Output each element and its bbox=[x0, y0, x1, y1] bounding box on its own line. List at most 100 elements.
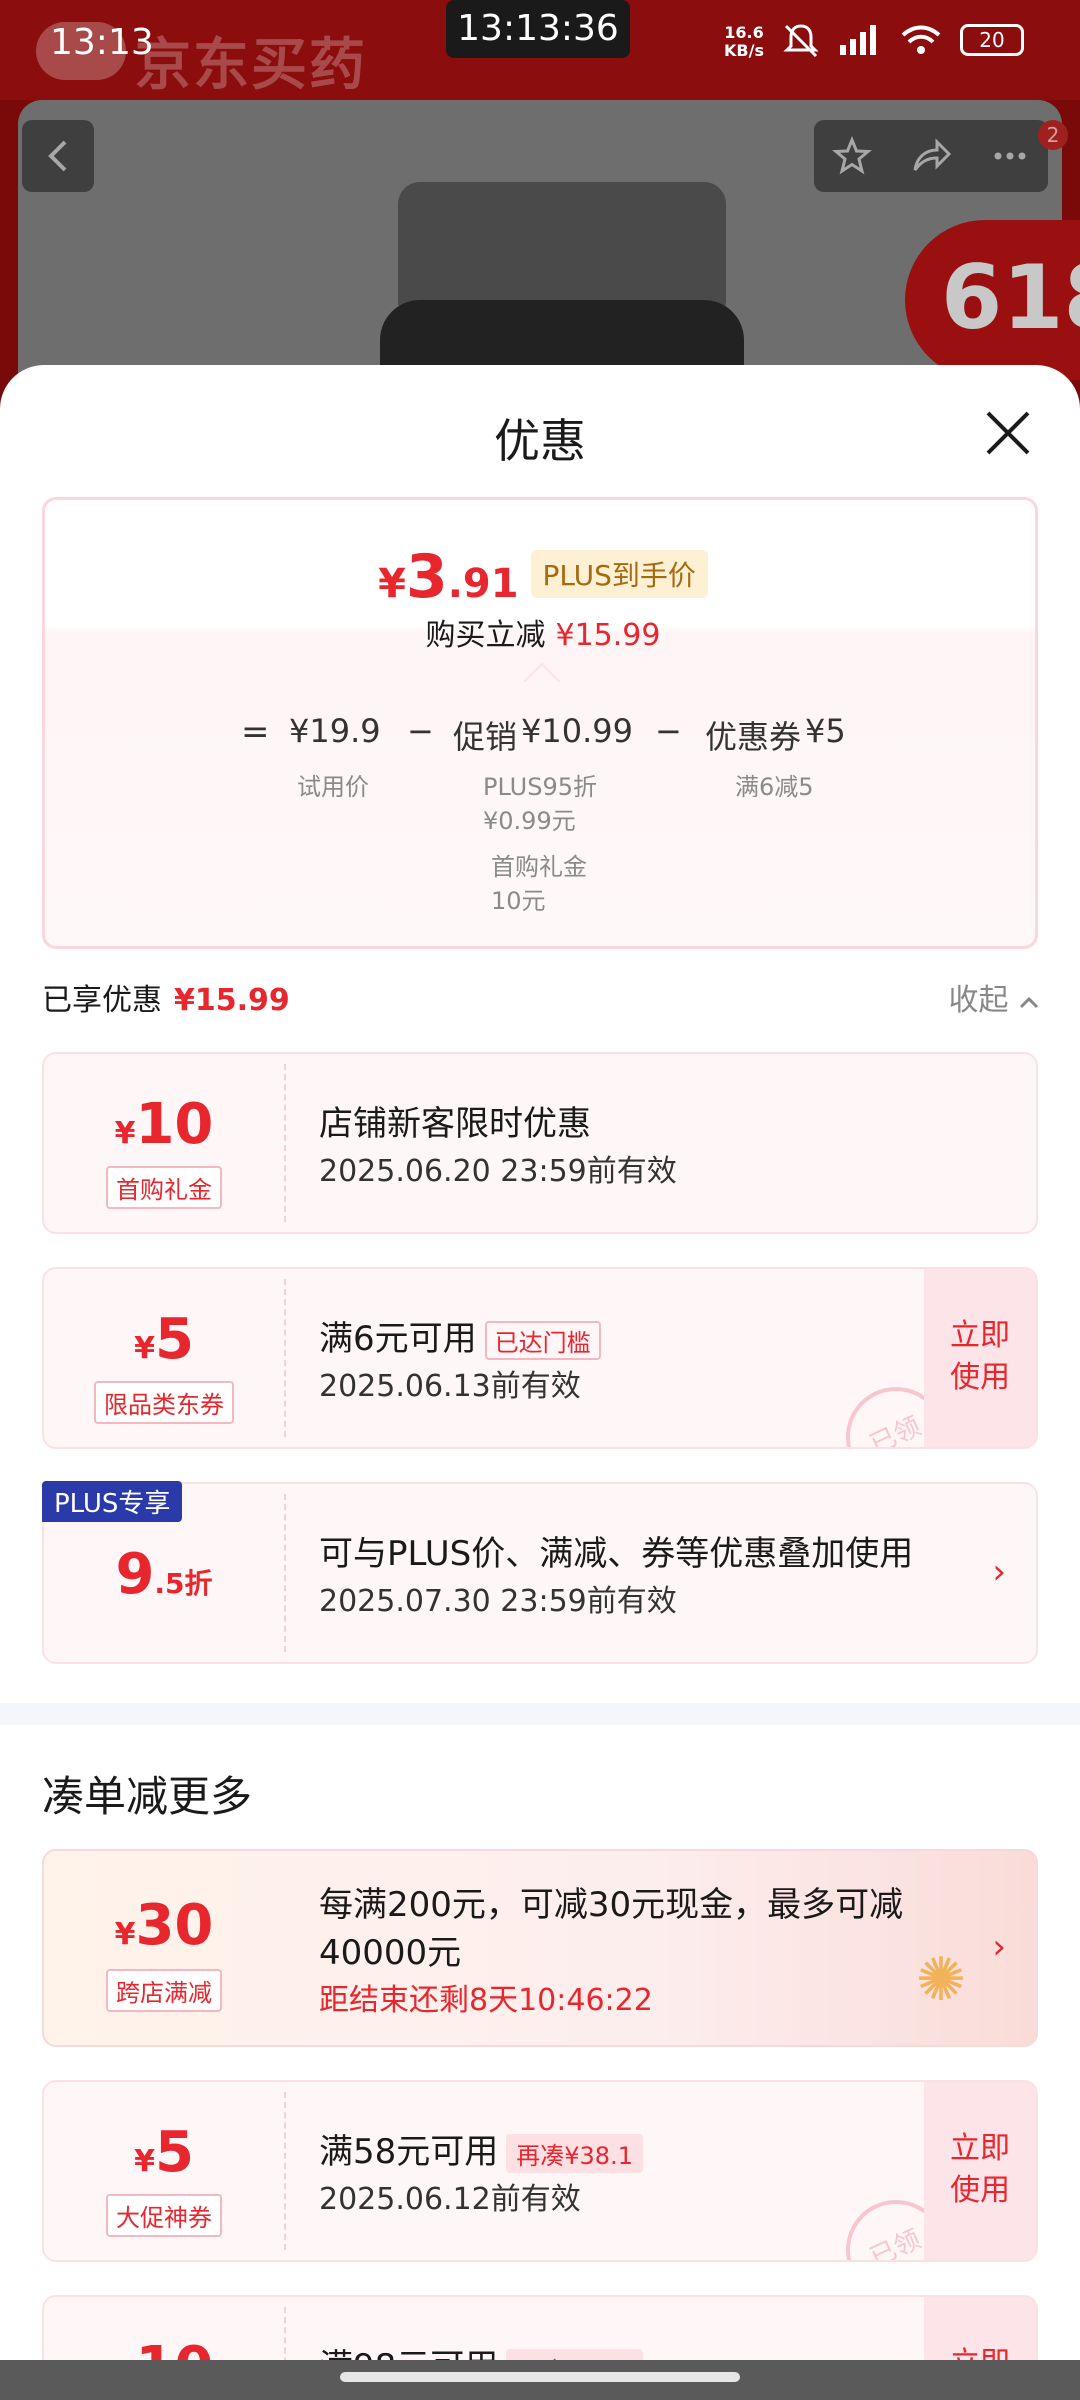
coupon-validity: 2025.06.12前有效 bbox=[319, 2182, 581, 2217]
coupon-status-tag: 再凑¥38.1 bbox=[506, 2134, 643, 2173]
summary-pointer bbox=[523, 662, 561, 700]
use-now-button[interactable]: 立即 使用 bbox=[924, 1269, 1036, 1447]
signal-icon bbox=[840, 25, 876, 55]
promo-title-line-2: 40000元 bbox=[319, 1933, 462, 1973]
price-summary-card: ¥3.91 PLUS到手价 购买立减 ¥15.99 = ¥19.9 试用价 − 促… bbox=[42, 497, 1038, 949]
use-now-button[interactable]: 立即 使用 bbox=[924, 2082, 1036, 2260]
coupon-title-text: 满6元可用 bbox=[319, 1319, 477, 1359]
chevron-left-icon bbox=[48, 140, 67, 172]
wifi-icon bbox=[901, 25, 941, 54]
formula-base-label: 试用价 bbox=[297, 773, 369, 801]
formula-promo-amount: ¥10.99 bbox=[521, 712, 633, 750]
plus-price-tag: PLUS到手价 bbox=[530, 550, 708, 598]
formula-base-price: ¥19.9 bbox=[289, 712, 381, 750]
coupon-value: 9 bbox=[115, 1542, 155, 1607]
coupon-value: 5 bbox=[154, 2120, 194, 2185]
coupon-validity: 2025.07.30 23:59前有效 bbox=[319, 1584, 677, 1619]
gesture-bar bbox=[0, 2360, 1080, 2400]
final-price: ¥3.91 bbox=[378, 542, 518, 612]
coupon-value: 30 bbox=[135, 1893, 214, 1958]
coupon-title: 满58元可用 再凑¥38.1 bbox=[319, 2124, 643, 2173]
formula-promo-detail-4: 10元 bbox=[491, 887, 546, 915]
coupon-amount-area: ¥10 首购礼金 bbox=[44, 1054, 284, 1232]
coupon-divider bbox=[284, 1494, 286, 1652]
more-discounts-title: 凑单减更多 bbox=[42, 1772, 253, 1821]
share-icon[interactable] bbox=[909, 136, 953, 176]
coupon-new-customer[interactable]: ¥10 首购礼金 店铺新客限时优惠 2025.06.20 23:59前有效 bbox=[42, 1052, 1038, 1234]
network-speed-value: 16.6 bbox=[724, 23, 764, 42]
coupon-amount-area: ¥5 大促神券 bbox=[44, 2082, 284, 2260]
coupon-validity: 2025.06.20 23:59前有效 bbox=[319, 1154, 677, 1189]
coupon-amount: ¥5 bbox=[44, 1307, 284, 1372]
promo-coupon[interactable]: ¥5 大促神券 满58元可用 再凑¥38.1 2025.06.12前有效 已领 立… bbox=[42, 2080, 1038, 2262]
back-button[interactable] bbox=[22, 120, 94, 192]
formula-promo-detail-3: 首购礼金 bbox=[491, 853, 587, 881]
chevron-up-icon bbox=[1019, 996, 1039, 1009]
instant-reduction: 购买立减 ¥15.99 bbox=[45, 610, 1041, 654]
enjoyed-label: 已享优惠 bbox=[42, 983, 162, 1018]
close-icon[interactable] bbox=[978, 403, 1038, 463]
use-now-line-1: 立即 bbox=[950, 1318, 1010, 1353]
enjoyed-discount: 已享优惠 ¥15.99 bbox=[42, 975, 290, 1019]
collapse-toggle[interactable]: 收起 bbox=[948, 975, 1040, 1019]
coupon-title: 可与PLUS价、满减、券等优惠叠加使用 bbox=[319, 1534, 914, 1574]
coupon-value: 10 bbox=[135, 1092, 214, 1157]
use-now-line-1: 立即 bbox=[950, 2131, 1010, 2166]
cross-store-promo[interactable]: ¥30 跨店满减 每满200元，可减30元现金，最多可减 40000元 距结束还… bbox=[42, 1849, 1038, 2047]
formula-minus-1: − bbox=[407, 712, 434, 750]
formula-coupon-amount: ¥5 bbox=[805, 712, 846, 750]
coupon-amount: ¥5 bbox=[44, 2120, 284, 2185]
formula-equals: = bbox=[241, 712, 270, 752]
sheet-title: 优惠 bbox=[494, 414, 586, 468]
coupon-status-tag: 已达门槛 bbox=[484, 1321, 601, 1360]
more-icon[interactable] bbox=[990, 136, 1030, 176]
use-now-line-2: 使用 bbox=[950, 1360, 1010, 1395]
coupon-amount: 9.5折 bbox=[44, 1542, 284, 1607]
coupon-unit: 折 bbox=[184, 1567, 213, 1600]
price-currency: ¥ bbox=[378, 561, 406, 607]
coupon-category[interactable]: ¥5 限品类东券 满6元可用 已达门槛 2025.06.13前有效 已领 立即 使用 bbox=[42, 1267, 1038, 1449]
formula-coupon-detail: 满6减5 bbox=[735, 773, 814, 801]
coupon-type-tag: 大促神券 bbox=[106, 2194, 222, 2237]
status-icons: 20 bbox=[782, 22, 1024, 58]
coupon-type-tag: 首购礼金 bbox=[106, 1166, 222, 1209]
plus-exclusive-badge: PLUS专享 bbox=[42, 1481, 183, 1522]
formula-minus-2: − bbox=[655, 712, 682, 750]
coupon-divider bbox=[284, 2092, 286, 2250]
network-speed: 16.6 KB/s bbox=[724, 24, 764, 60]
coupon-amount-area: ¥30 跨店满减 bbox=[44, 1851, 284, 2045]
top-right-actions bbox=[814, 120, 1048, 192]
product-bottle-cap bbox=[398, 182, 726, 312]
coupon-title: 满6元可用 已达门槛 bbox=[319, 1311, 601, 1360]
coupon-value: 5 bbox=[154, 1307, 194, 1372]
mute-icon bbox=[783, 24, 819, 58]
message-count-badge: 2 bbox=[1038, 120, 1068, 150]
reduction-amount: ¥15.99 bbox=[555, 618, 661, 653]
coupon-type-tag: 跨店满减 bbox=[106, 1969, 222, 2012]
sparkle-icon: ✺ bbox=[915, 1945, 967, 2015]
chevron-right-icon: › bbox=[992, 1927, 1006, 1967]
formula-promo-detail-1: PLUS95折 bbox=[483, 773, 597, 801]
coupon-validity: 2025.06.13前有效 bbox=[319, 1369, 581, 1404]
coupon-yen: ¥ bbox=[134, 1331, 155, 1366]
collapse-label: 收起 bbox=[948, 983, 1009, 1018]
star-icon[interactable] bbox=[832, 136, 873, 176]
coupon-divider bbox=[284, 1279, 286, 1437]
coupon-plus-discount[interactable]: 9.5折 可与PLUS价、满减、券等优惠叠加使用 2025.07.30 23:5… bbox=[42, 1482, 1038, 1664]
coupon-title: 店铺新客限时优惠 bbox=[319, 1104, 591, 1144]
coupon-yen: ¥ bbox=[114, 1917, 136, 1952]
section-divider bbox=[0, 1703, 1080, 1725]
formula-promo-detail-2: ¥0.99元 bbox=[483, 807, 576, 835]
screen-record-clock: 13:13:36 bbox=[446, 0, 630, 58]
enjoyed-amount: ¥15.99 bbox=[174, 983, 290, 1018]
formula-coupon-label: 优惠券 bbox=[705, 718, 802, 756]
final-price-line: ¥3.91 PLUS到手价 bbox=[45, 542, 1041, 612]
home-indicator[interactable] bbox=[340, 2372, 740, 2382]
use-now-line-2: 使用 bbox=[950, 2173, 1010, 2208]
coupon-amount-area: ¥5 限品类东券 bbox=[44, 1269, 284, 1447]
coupon-title-text: 满58元可用 bbox=[319, 2132, 499, 2172]
coupon-type-tag: 限品类东券 bbox=[94, 1381, 234, 1424]
discount-sheet: 优惠 ¥3.91 PLUS到手价 购买立减 ¥15.99 = ¥19.9 试用价 … bbox=[0, 365, 1080, 2400]
formula-promo-label: 促销 bbox=[453, 718, 518, 756]
price-integer: 3 bbox=[405, 542, 448, 612]
